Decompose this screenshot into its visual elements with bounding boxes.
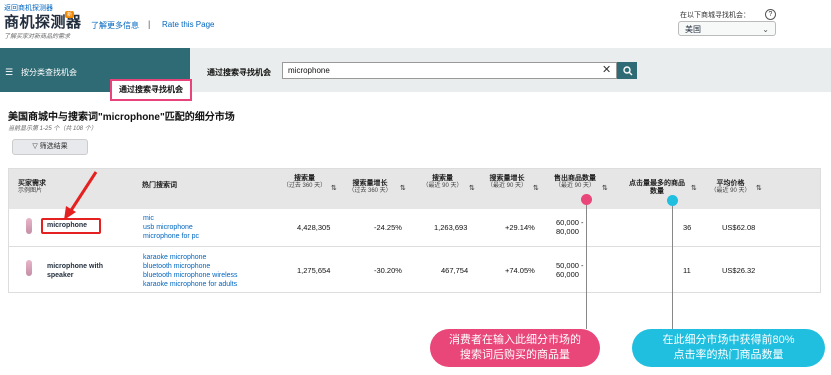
sort-icon[interactable]: ⇅ — [691, 184, 697, 192]
col-most-clicked-label: 点击量最多的商品数量 — [629, 180, 685, 195]
sort-icon[interactable]: ⇅ — [400, 184, 406, 192]
term-link[interactable]: karaoke microphone — [143, 253, 238, 262]
units-sold-callout: 消费者在输入此细分市场的 搜索词后购买的商品量 — [430, 329, 600, 367]
most-clicked-count: 36 — [683, 223, 692, 232]
search-volume-90: 1,263,693 — [434, 223, 468, 232]
clear-icon[interactable]: ✕ — [602, 63, 611, 76]
units-sold: 50,000 - 60,000 — [556, 261, 584, 279]
filter-button-label: 筛选结果 — [39, 143, 68, 150]
callout-line: 消费者在输入此细分市场的 — [449, 334, 581, 346]
col-search-vol[interactable]: 搜索量 （过去 360 天） — [282, 175, 327, 190]
col-search-growth-label: 搜索量增长 — [352, 180, 388, 187]
most-clicked-callout: 在此细分市场中获得前80% 点击率的热门商品数量 — [632, 329, 825, 367]
col-search-vol-90[interactable]: 搜索量 （最近 90 天） — [420, 175, 465, 190]
term-link[interactable]: bluetooth microphone — [143, 262, 238, 271]
annotation-line — [672, 206, 673, 329]
app-subtitle: 了解买家对新商品的需求 — [4, 34, 71, 40]
col-units-sold-label: 售出商品数量 — [554, 175, 596, 182]
sort-icon[interactable]: ⇅ — [331, 184, 337, 192]
top-terms: mic usb microphone microphone for pc — [143, 214, 199, 241]
search-volume-90: 467,754 — [441, 266, 469, 275]
most-clicked-count: 11 — [683, 266, 691, 275]
search-growth-90: +29.14% — [505, 223, 535, 232]
market-select-value: 美国 — [685, 25, 701, 34]
units-sold-high: 80,000 — [556, 227, 579, 236]
tab-search-opportunity[interactable]: 通过搜索寻找机会 — [110, 79, 192, 101]
filter-icon: ▽ — [32, 143, 38, 150]
term-link[interactable]: usb microphone — [143, 223, 199, 232]
rate-page-link[interactable]: Rate this Page — [162, 20, 214, 29]
sort-icon[interactable]: ⇅ — [756, 184, 762, 192]
annotation-dot — [581, 194, 592, 205]
term-link[interactable]: mic — [143, 214, 199, 223]
average-price: US$26.32 — [722, 266, 756, 275]
hamburger-icon[interactable]: ☰ — [5, 67, 13, 78]
top-terms: karaoke microphone bluetooth microphone … — [143, 253, 238, 289]
market-select[interactable]: 美国 ⌄ — [678, 21, 776, 36]
arrow-annotation-icon — [64, 171, 98, 220]
col-units-sold[interactable]: 售出商品数量 （最近 90 天） — [551, 175, 599, 190]
col-search-vol-90-sub: （最近 90 天） — [422, 183, 463, 189]
chevron-down-icon: ⌄ — [762, 25, 769, 34]
search-growth-90: +74.05% — [505, 266, 535, 275]
product-thumbnail — [26, 260, 32, 276]
col-search-growth[interactable]: 搜索量增长 （过去 360 天） — [344, 180, 396, 195]
search-field[interactable] — [282, 62, 617, 79]
results-count: 当前显示第 1-25 个（共 108 个） — [8, 126, 97, 132]
col-search-vol-sub: （过去 360 天） — [282, 183, 327, 189]
product-thumbnail — [26, 218, 32, 234]
search-label: 通过搜索寻找机会 — [207, 68, 271, 77]
callout-line: 在此细分市场中获得前80% — [662, 334, 795, 346]
search-growth: -30.20% — [374, 266, 402, 275]
new-badge: 新 — [65, 11, 75, 18]
col-search-growth-sub: （过去 360 天） — [348, 188, 392, 194]
row-divider — [9, 246, 820, 247]
search-growth: -24.25% — [374, 223, 402, 232]
sort-icon[interactable]: ⇅ — [469, 184, 475, 192]
search-button[interactable] — [617, 62, 637, 79]
term-link[interactable]: bluetooth microphone wireless — [143, 271, 238, 280]
col-demand-label: 买家需求 — [18, 180, 46, 187]
annotation-line — [586, 205, 587, 329]
term-link[interactable]: microphone for pc — [143, 232, 199, 241]
col-most-clicked[interactable]: 点击量最多的商品数量 — [626, 180, 688, 196]
learn-more-link[interactable]: 了解更多信息 — [91, 20, 139, 31]
col-units-sold-sub: （最近 90 天） — [554, 183, 595, 189]
col-search-growth-90-sub: （最近 90 天） — [486, 183, 527, 189]
demand-link[interactable]: microphone with speaker — [47, 262, 122, 280]
average-price: US$62.08 — [722, 223, 756, 232]
col-search-vol-90-label: 搜索量 — [432, 175, 453, 182]
results-title: 美国商城中与搜索词"microphone"匹配的细分市场 — [8, 112, 235, 123]
col-avg-price[interactable]: 平均价格 （最近 90 天） — [708, 180, 753, 195]
search-icon — [623, 65, 633, 75]
sort-icon[interactable]: ⇅ — [602, 184, 608, 192]
col-search-growth-90-label: 搜索量增长 — [489, 175, 525, 182]
units-sold-low: 50,000 - — [556, 261, 584, 270]
col-avg-price-sub: （最近 90 天） — [710, 188, 751, 194]
col-search-growth-90[interactable]: 搜索量增长 （最近 90 天） — [483, 175, 531, 190]
col-search-vol-label: 搜索量 — [294, 175, 315, 182]
units-sold-high: 60,000 — [556, 270, 579, 279]
market-label: 在以下商城寻找机会： — [680, 12, 750, 19]
col-top-terms[interactable]: 热门搜索词 — [142, 182, 177, 190]
annotation-dot — [667, 195, 678, 206]
units-sold-low: 60,000 - — [556, 218, 584, 227]
table-header — [9, 169, 820, 209]
search-volume: 4,428,305 — [297, 223, 331, 232]
col-demand[interactable]: 买家需求 示例图片 — [18, 180, 46, 195]
header-separator: | — [148, 19, 151, 29]
category-tab-label[interactable]: 按分类查找机会 — [21, 67, 77, 78]
filter-results-button[interactable]: ▽ 筛选结果 — [12, 139, 88, 155]
col-avg-price-label: 平均价格 — [716, 180, 745, 187]
col-top-terms-label: 热门搜索词 — [142, 182, 177, 189]
help-icon[interactable]: ? — [765, 9, 776, 20]
sort-icon[interactable]: ⇅ — [533, 184, 539, 192]
callout-line: 点击率的热门商品数量 — [673, 349, 784, 361]
search-input[interactable] — [288, 65, 588, 76]
term-link[interactable]: karaoke microphone for adults — [143, 280, 238, 289]
callout-line: 搜索词后购买的商品量 — [460, 349, 570, 361]
units-sold: 60,000 - 80,000 — [556, 218, 584, 236]
col-demand-sub: 示例图片 — [18, 188, 43, 194]
search-volume: 1,275,654 — [297, 266, 331, 275]
